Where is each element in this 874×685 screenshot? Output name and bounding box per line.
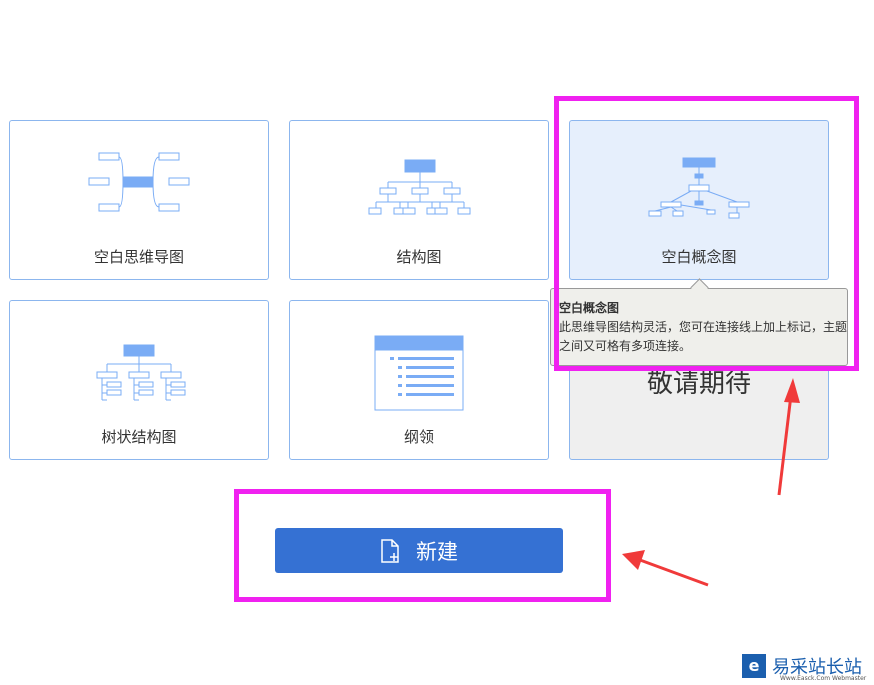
annotation-arrows <box>622 378 800 587</box>
arrow-up <box>777 378 800 496</box>
logo-icon: e <box>742 654 766 678</box>
arrow-left <box>622 550 709 587</box>
watermark-sub: Www.Easck.Com Webmaster <box>780 675 867 682</box>
watermark-logo: e 易采站长站 Www.Easck.Com Webmaster <box>740 652 874 685</box>
